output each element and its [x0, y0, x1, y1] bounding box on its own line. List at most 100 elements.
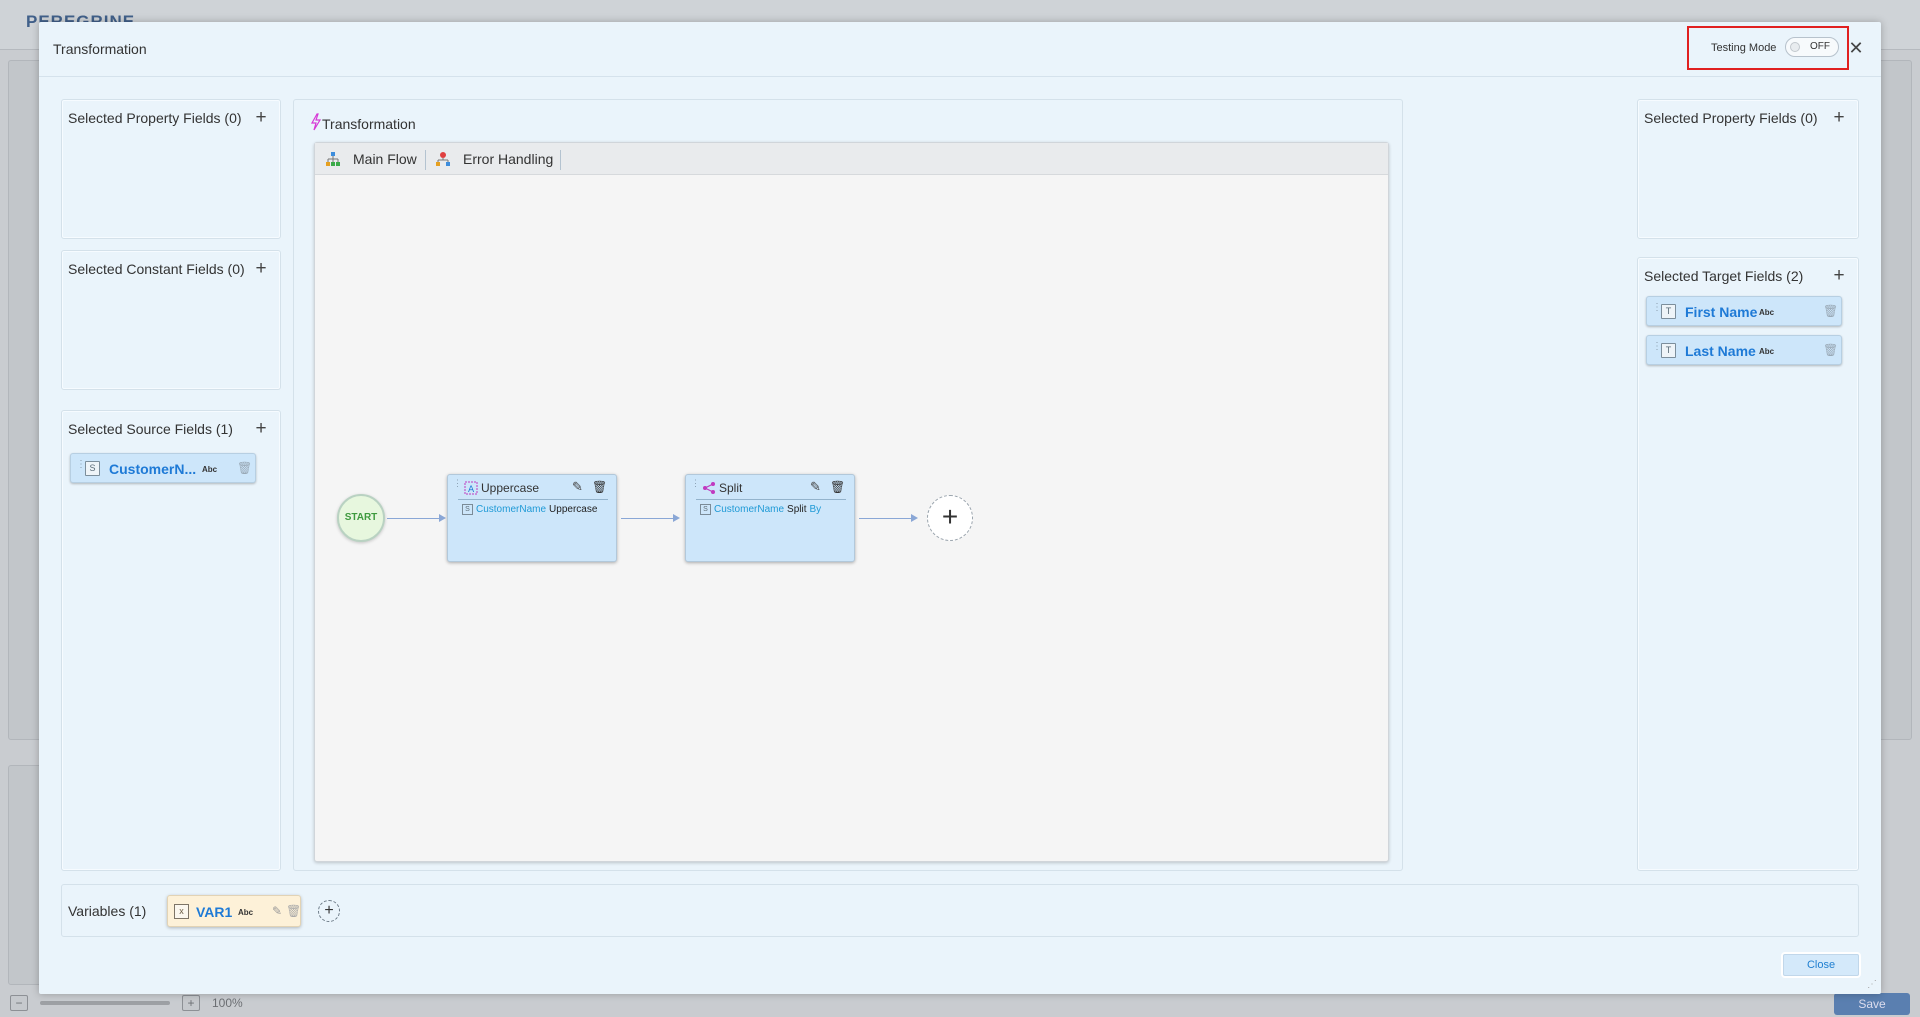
right-property-fields-title: Selected Property Fields (0)	[1644, 110, 1818, 126]
variables-panel: Variables (1) x VAR1 Abc ✎ 🗑 +	[61, 884, 1859, 937]
target-field-icon: T	[1661, 304, 1676, 319]
background-save-button[interactable]: Save	[1834, 993, 1910, 1015]
add-step-button[interactable]: +	[927, 495, 973, 541]
flow-canvas[interactable]: Main Flow Error Handling START ⋮ A Upper…	[314, 142, 1389, 862]
left-property-fields-panel: Selected Property Fields (0) +	[61, 99, 281, 239]
target-field-chip[interactable]: ⋮ T Last Name Abc 🗑	[1646, 335, 1842, 365]
right-property-fields-panel: Selected Property Fields (0) +	[1637, 99, 1859, 239]
node-field: CustomerName	[714, 504, 785, 515]
modal-title: Transformation	[53, 41, 147, 57]
variable-type: Abc	[238, 908, 254, 917]
node-expression: S CustomerName Uppercase	[462, 504, 597, 515]
edit-icon[interactable]: ✎	[272, 904, 282, 918]
edit-icon[interactable]: ✎	[572, 480, 586, 494]
target-field-chip[interactable]: ⋮ T First Name Abc 🗑	[1646, 296, 1842, 326]
variable-icon: x	[174, 904, 189, 919]
tab-separator	[425, 150, 426, 170]
background-bottom-panel	[8, 765, 42, 985]
edit-icon[interactable]: ✎	[810, 480, 824, 494]
variables-title: Variables (1)	[68, 903, 147, 919]
connector-line	[621, 518, 673, 519]
delete-icon[interactable]: 🗑	[592, 480, 607, 494]
node-operation: Uppercase	[549, 504, 598, 515]
drag-handle-icon[interactable]: ⋮	[1652, 342, 1662, 358]
target-field-name: Last Name	[1685, 343, 1756, 359]
source-field-chip[interactable]: ⋮ S CustomerN... Abc 🗑	[70, 453, 256, 483]
target-fields-title: Selected Target Fields (2)	[1644, 268, 1804, 284]
drag-handle-icon[interactable]: ⋮	[1652, 303, 1662, 319]
node-expression: S CustomerName Split By	[700, 504, 821, 515]
trash-icon[interactable]: 🗑	[237, 461, 252, 476]
toggle-knob	[1790, 42, 1800, 52]
tab-main-flow[interactable]: Main Flow	[325, 143, 417, 175]
zoom-level: 100%	[212, 996, 243, 1010]
field-icon: S	[462, 504, 473, 515]
drag-handle-icon[interactable]: ⋮	[453, 479, 462, 488]
start-node[interactable]: START	[337, 494, 385, 542]
node-divider	[696, 499, 846, 500]
transformation-modal: Transformation Testing Mode OFF ✕ Select…	[39, 22, 1881, 994]
svg-text:A: A	[468, 485, 475, 495]
trash-icon[interactable]: 🗑	[1823, 343, 1838, 358]
source-fields-title: Selected Source Fields (1)	[68, 421, 233, 437]
uppercase-icon: A	[464, 481, 478, 495]
toggle-state: OFF	[1810, 41, 1830, 52]
connector-arrow-icon	[439, 514, 446, 522]
add-source-field-icon[interactable]: +	[252, 419, 270, 438]
connector-arrow-icon	[673, 514, 680, 522]
uppercase-node[interactable]: ⋮ A Uppercase ✎ 🗑 S CustomerName Upperca…	[447, 474, 617, 562]
modal-header: Transformation Testing Mode OFF ✕	[39, 22, 1881, 77]
variable-chip[interactable]: x VAR1 Abc ✎ 🗑	[167, 895, 301, 927]
delete-icon[interactable]: 🗑	[830, 480, 845, 494]
add-target-field-icon[interactable]: +	[1830, 266, 1848, 285]
add-constant-field-icon[interactable]: +	[252, 259, 270, 278]
background-left-panel	[8, 60, 42, 740]
connector-line	[387, 518, 439, 519]
hierarchy-icon	[326, 152, 340, 166]
transformation-title: Transformation	[322, 116, 416, 132]
add-variable-icon[interactable]: +	[318, 900, 340, 922]
target-field-type: Abc	[1759, 347, 1775, 356]
trash-icon[interactable]: 🗑	[1823, 304, 1838, 319]
drag-handle-icon[interactable]: ⋮	[691, 479, 700, 488]
target-fields-panel: Selected Target Fields (2) + ⋮ T First N…	[1637, 257, 1859, 871]
node-keyword: By	[809, 504, 822, 515]
node-title: Uppercase	[481, 481, 540, 495]
split-node[interactable]: ⋮ Split ✎ 🗑 S CustomerName Split By	[685, 474, 855, 562]
drag-handle-icon[interactable]: ⋮	[76, 460, 86, 476]
field-icon: S	[700, 504, 711, 515]
connector-arrow-icon	[911, 514, 918, 522]
source-field-type: Abc	[202, 465, 218, 474]
connector-line	[859, 518, 911, 519]
testing-mode-toggle[interactable]: OFF	[1785, 37, 1839, 57]
left-property-fields-title: Selected Property Fields (0)	[68, 110, 242, 126]
tab-main-flow-label: Main Flow	[353, 151, 417, 167]
zoom-slider[interactable]	[40, 1001, 170, 1005]
source-field-name: CustomerN...	[109, 461, 197, 477]
error-flow-icon	[436, 152, 450, 166]
close-icon[interactable]: ✕	[1845, 37, 1867, 59]
node-field: CustomerName	[476, 504, 547, 515]
node-operation: Split	[787, 504, 807, 515]
zoom-control: − + 100%	[10, 995, 243, 1011]
trash-icon[interactable]: 🗑	[286, 904, 301, 918]
zoom-out-icon[interactable]: −	[10, 995, 28, 1011]
zoom-in-icon[interactable]: +	[182, 995, 200, 1011]
add-property-field-icon[interactable]: +	[1830, 108, 1848, 127]
transformation-panel: Transformation Main Flow Error Handling …	[293, 99, 1403, 871]
constant-fields-title: Selected Constant Fields (0)	[68, 261, 245, 277]
target-field-icon: T	[1661, 343, 1676, 358]
split-icon	[703, 482, 715, 494]
target-field-name: First Name	[1685, 304, 1758, 320]
variable-name: VAR1	[196, 904, 233, 920]
source-fields-panel: Selected Source Fields (1) + ⋮ S Custome…	[61, 410, 281, 871]
add-property-field-icon[interactable]: +	[252, 108, 270, 127]
target-field-type: Abc	[1759, 308, 1775, 317]
resize-grip-icon[interactable]: ⋰	[1867, 979, 1877, 990]
tab-error-handling-label: Error Handling	[463, 151, 554, 167]
tab-error-handling[interactable]: Error Handling	[435, 143, 553, 175]
node-divider	[458, 499, 608, 500]
flow-tabs: Main Flow Error Handling	[315, 143, 1388, 175]
constant-fields-panel: Selected Constant Fields (0) +	[61, 250, 281, 390]
close-button[interactable]: Close	[1783, 954, 1859, 976]
